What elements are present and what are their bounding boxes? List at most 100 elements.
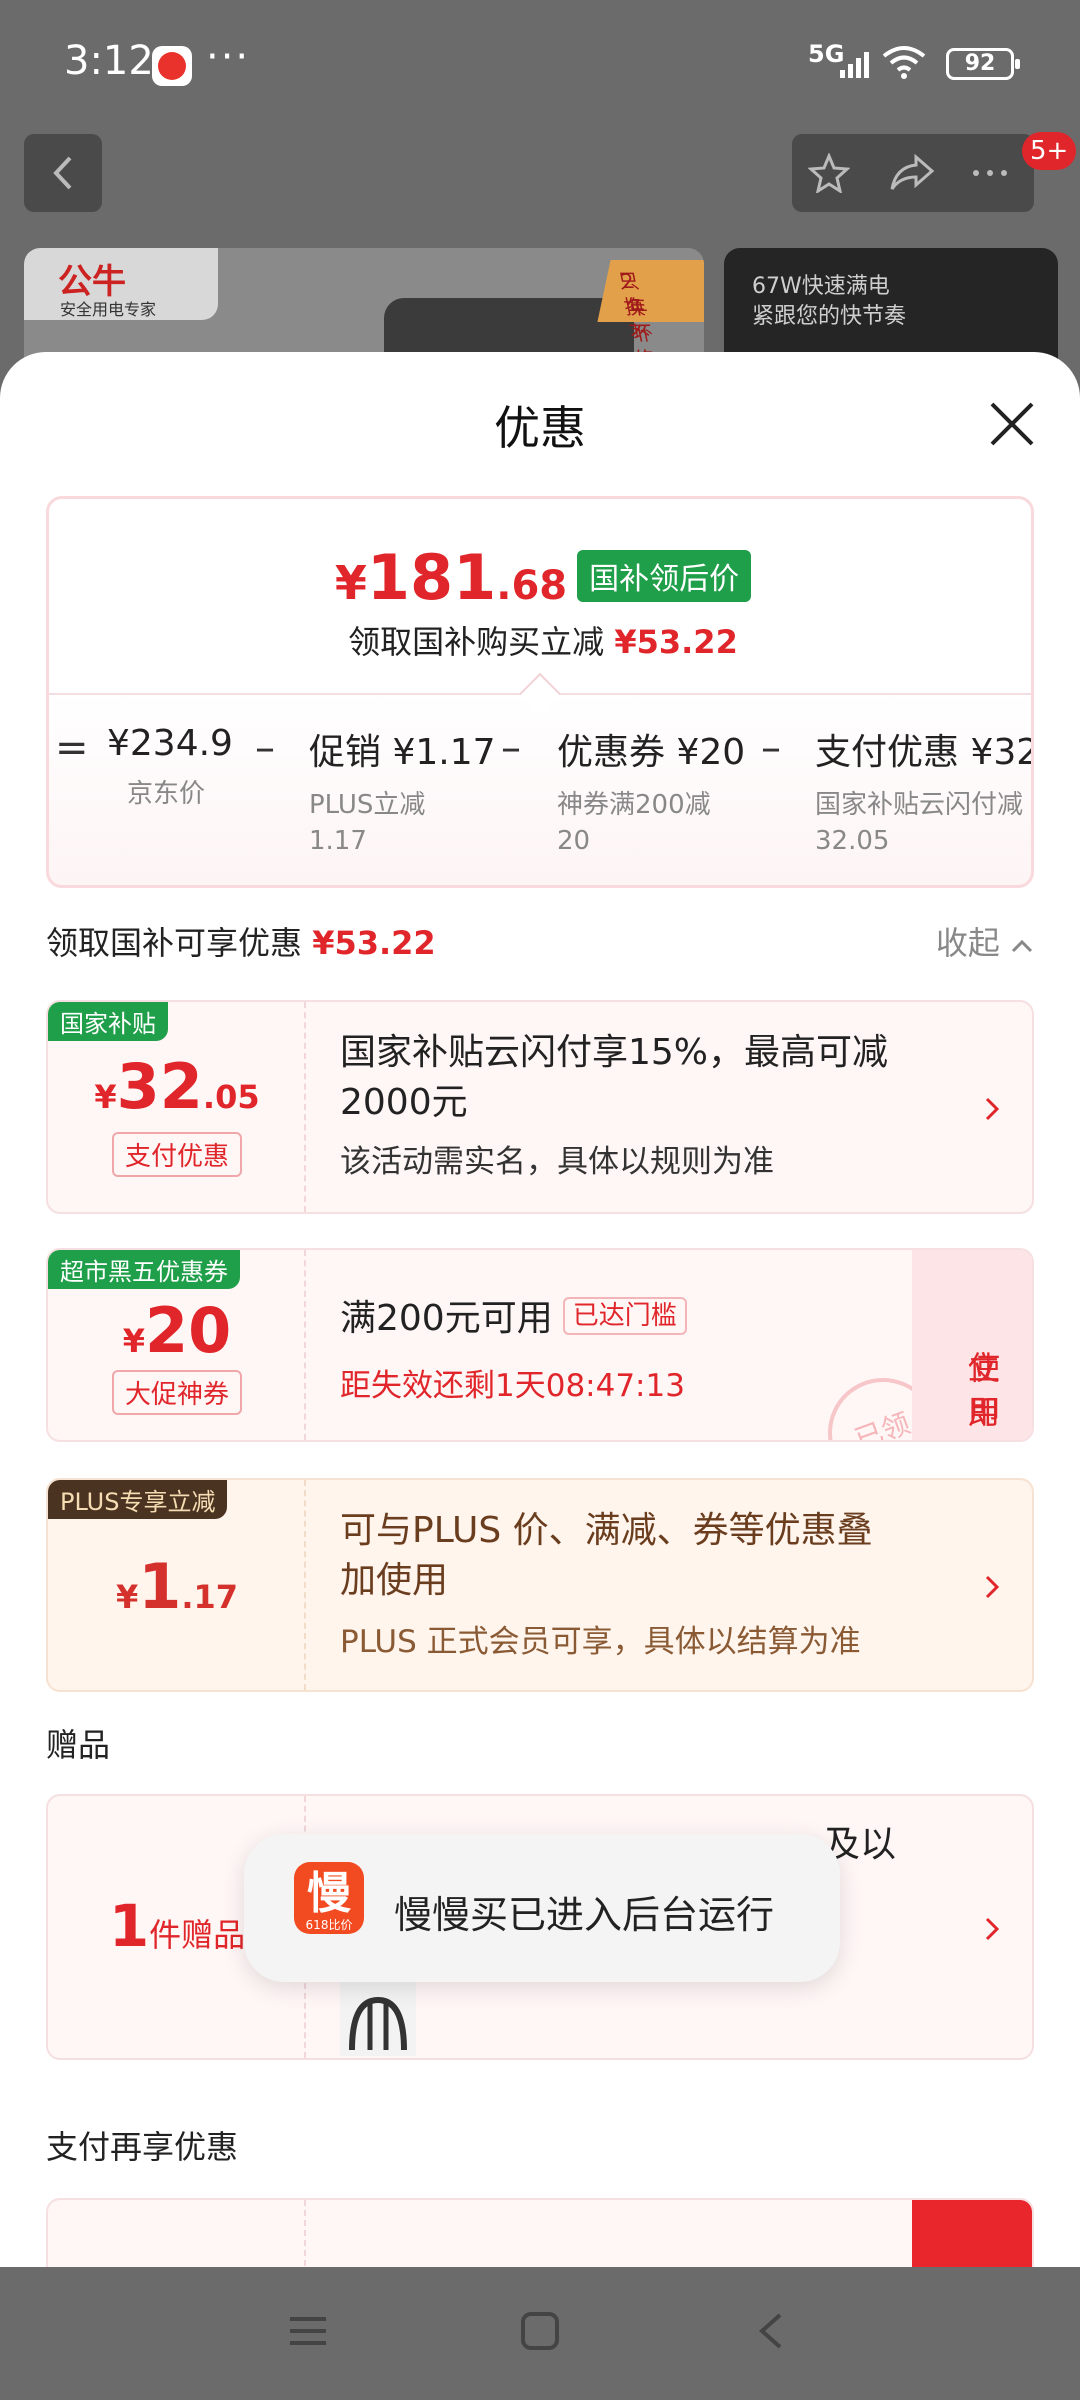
section-amount: ¥53.22 bbox=[312, 924, 436, 962]
breakdown-label-line1: 神券满200减 bbox=[557, 790, 711, 820]
breakdown-label: 国家补贴云闪付减 32.05 bbox=[815, 787, 1031, 859]
card-value-area bbox=[48, 2200, 306, 2267]
chevron-right-icon bbox=[985, 1097, 1000, 1121]
breakdown-item: 促销 ¥1.17 PLUS立减 1.17 bbox=[309, 723, 496, 859]
equals-sign: = bbox=[55, 725, 89, 771]
coupon-threshold: 满200元可用 bbox=[340, 1298, 553, 1339]
section-title-gifts: 赠品 bbox=[46, 1726, 111, 1764]
amount-currency: ¥ bbox=[122, 1322, 145, 1360]
back-icon[interactable] bbox=[754, 2311, 788, 2351]
breakdown-label: 京东价 bbox=[127, 779, 206, 809]
breakdown-label-line2: 20 bbox=[557, 826, 591, 856]
card-line2: 2000元 bbox=[340, 1082, 468, 1123]
brand-logo: 公牛 安全用电专家 bbox=[24, 248, 218, 320]
subsidy-card[interactable]: 国家补贴 ¥32.05 支付优惠 国家补贴云闪付享15%，最高可减 2000元 … bbox=[46, 1000, 1034, 1214]
system-nav-bar bbox=[0, 2267, 1080, 2400]
chevron-right-icon bbox=[985, 1917, 1000, 1941]
savings-amount: ¥53.22 bbox=[614, 623, 738, 661]
use-now-button[interactable]: 立即 使用 bbox=[912, 1250, 1032, 1440]
card-line2: 加使用 bbox=[340, 1560, 449, 1601]
status-time: 3:12 bbox=[64, 38, 154, 84]
use-now-line2: 使用 bbox=[968, 1349, 1001, 1431]
menu-icon[interactable] bbox=[288, 2311, 328, 2351]
breakdown-label-line2: 1.17 bbox=[309, 826, 367, 856]
back-button[interactable] bbox=[24, 134, 102, 212]
star-icon[interactable] bbox=[808, 153, 850, 193]
more-notifications-icon: ··· bbox=[206, 34, 251, 80]
breakdown-label-line1: 国家补贴云闪付减 bbox=[815, 790, 1024, 820]
network-type: 5G bbox=[808, 40, 845, 68]
final-price: ¥181.68 国补领后价 bbox=[49, 541, 1031, 614]
card-tag: PLUS专享立减 bbox=[48, 1480, 228, 1519]
chevron-right-icon bbox=[985, 1575, 1000, 1599]
collapse-button[interactable]: 收起 bbox=[936, 918, 1034, 964]
price-currency: ¥ bbox=[334, 556, 367, 610]
chevron-left-icon bbox=[53, 156, 72, 190]
amount-decimal: .05 bbox=[202, 1078, 260, 1116]
amount-currency: ¥ bbox=[94, 1078, 117, 1116]
discount-amount: ¥32.05 bbox=[48, 1050, 306, 1123]
card-description: 国家补贴云闪付享15%，最高可减 2000元 bbox=[340, 1028, 888, 1128]
toast-message: 慢慢买已进入后台运行 bbox=[394, 1893, 775, 1937]
close-icon[interactable] bbox=[984, 396, 1040, 452]
threshold-met-tag: 已达门槛 bbox=[562, 1297, 687, 1335]
status-bar: 3:12 ··· 5G 92 bbox=[0, 0, 1080, 126]
signal-icon bbox=[840, 52, 869, 78]
breakdown-label: 神券满200减 20 bbox=[557, 787, 745, 859]
price-summary: ¥181.68 国补领后价 领取国补购买立减 ¥53.22 = ¥234.9 京东… bbox=[46, 496, 1034, 888]
app-logo-char: 慢 bbox=[307, 1868, 351, 1919]
section-title: 领取国补可享优惠 ¥53.22 bbox=[46, 918, 436, 964]
chevron-up-icon bbox=[1011, 939, 1033, 953]
card-note: 该活动需实名，具体以规则为准 bbox=[340, 1144, 774, 1180]
savings-label: 领取国补购买立减 bbox=[348, 623, 605, 661]
coupon-countdown: 距失效还剩1天08:47:13 bbox=[340, 1368, 685, 1404]
app-logo-icon: 慢 618比价 bbox=[294, 1862, 364, 1934]
minus-sign: – bbox=[501, 725, 521, 771]
breakdown-value: ¥234.9 bbox=[107, 723, 233, 764]
more-icon[interactable] bbox=[968, 153, 1012, 193]
share-icon[interactable] bbox=[888, 153, 936, 193]
amount-integer: 20 bbox=[144, 1294, 232, 1367]
collapse-label: 收起 bbox=[935, 924, 1000, 962]
breakdown-value: 促销 ¥1.17 bbox=[309, 732, 496, 773]
pointer-notch bbox=[518, 672, 562, 716]
app-notification-icon bbox=[152, 46, 192, 86]
minus-sign: – bbox=[761, 725, 781, 771]
card-line1: 可与PLUS 价、满减、券等优惠叠 bbox=[340, 1510, 873, 1551]
gift-cable-icon bbox=[340, 1976, 416, 2056]
breakdown-item: 支付优惠 ¥32. 国家补贴云闪付减 32.05 bbox=[815, 723, 1031, 859]
toast-notification: 慢 618比价 慢慢买已进入后台运行 bbox=[244, 1834, 840, 1982]
breakdown-label-line1: PLUS立减 bbox=[309, 790, 426, 820]
payment-card[interactable] bbox=[46, 2198, 1034, 2267]
wifi-icon bbox=[882, 46, 926, 79]
feature-line2: 紧跟您的快节奏 bbox=[752, 304, 907, 329]
breakdown-item: ¥234.9 京东价 bbox=[107, 723, 233, 812]
amount-integer: 1 bbox=[138, 1550, 182, 1623]
breakdown-label: PLUS立减 1.17 bbox=[309, 787, 496, 859]
feature-line1: 67W快速满电 bbox=[752, 274, 890, 299]
home-icon[interactable] bbox=[520, 2311, 560, 2351]
discount-amount: ¥1.17 bbox=[48, 1550, 306, 1623]
section-title-payment: 支付再享优惠 bbox=[46, 2128, 239, 2166]
coupon-condition: 满200元可用 已达门槛 bbox=[340, 1294, 687, 1344]
card-tag: 超市黑五优惠券 bbox=[48, 1250, 240, 1289]
minus-sign: – bbox=[255, 725, 275, 771]
amount-currency: ¥ bbox=[115, 1578, 139, 1616]
breakdown-item: 优惠券 ¥20 神券满200减 20 bbox=[557, 723, 745, 859]
coupon-amount: ¥20 bbox=[48, 1294, 306, 1367]
gift-count-unit: 件赠品 bbox=[149, 1916, 246, 1954]
app-logo-sub: 618比价 bbox=[305, 1918, 353, 1932]
header-actions bbox=[792, 134, 1034, 212]
sheet-title: 优惠 bbox=[494, 401, 586, 455]
message-count-badge: 5+ bbox=[1022, 132, 1077, 170]
coupon-card: 超市黑五优惠券 ¥20 大促神券 满200元可用 已达门槛 距失效还剩1天08:4… bbox=[46, 1248, 1034, 1442]
price-integer: 181 bbox=[366, 541, 497, 614]
card-tag: 国家补贴 bbox=[48, 1002, 168, 1041]
amount-decimal: .17 bbox=[181, 1578, 239, 1616]
price-decimal: .68 bbox=[496, 563, 568, 609]
plus-discount-card[interactable]: PLUS专享立减 ¥1.17 可与PLUS 价、满减、券等优惠叠 加使用 PLU… bbox=[46, 1478, 1034, 1692]
coupon-type-chip: 大促神券 bbox=[112, 1370, 242, 1415]
brand-slogan: 安全用电专家 bbox=[60, 300, 157, 319]
payment-action-button[interactable] bbox=[912, 2200, 1032, 2267]
discount-type-chip: 支付优惠 bbox=[112, 1132, 242, 1177]
